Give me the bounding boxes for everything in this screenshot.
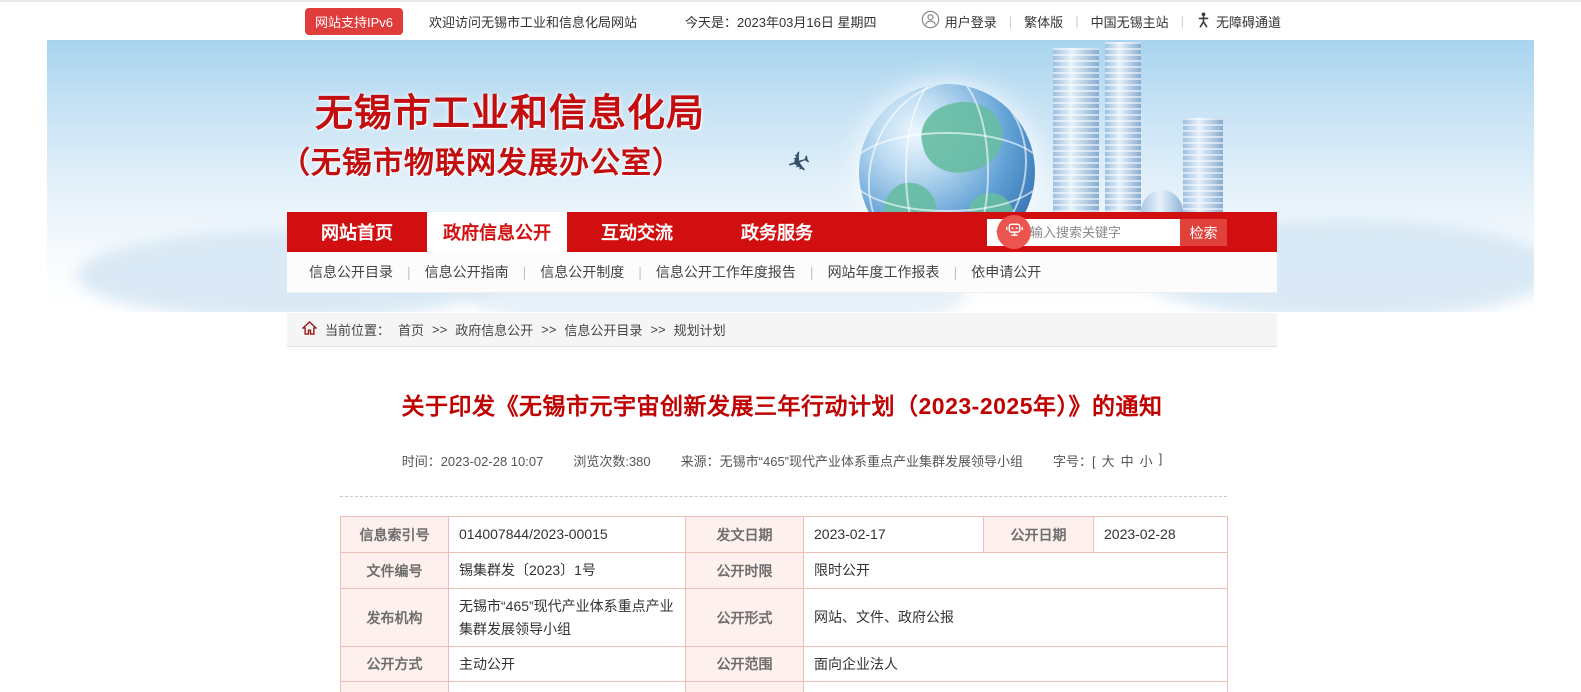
public-form-label: 公开形式 xyxy=(686,589,804,647)
current-date: 今天是：2023年03月16日 星期四 xyxy=(685,12,876,31)
accessibility-link[interactable]: 无障碍通道 xyxy=(1196,12,1281,31)
public-form-value: 网站、文件、政府公报 xyxy=(804,589,1228,647)
welcome-text: 欢迎访问无锡市工业和信息化局网站 xyxy=(429,12,637,31)
traditional-chinese-link[interactable]: 繁体版 xyxy=(1024,12,1063,31)
breadcrumb-home[interactable]: 首页 xyxy=(398,320,424,339)
table-row: 公开方式 主动公开 公开范围 面向企业法人 xyxy=(341,647,1228,682)
site-title: 无锡市工业和信息化局 xyxy=(315,82,705,137)
public-method-label: 公开方式 xyxy=(341,647,449,682)
site-subtitle: （无锡市物联网发展办公室） xyxy=(280,138,683,182)
meta-views: 浏览次数:380 xyxy=(573,451,650,470)
nav-tab-home[interactable]: 网站首页 xyxy=(287,212,427,252)
public-date-value: 2023-02-28 xyxy=(1094,517,1228,553)
wuxi-main-site-link[interactable]: 中国无锡主站 xyxy=(1091,12,1169,31)
table-row: 文件编号 锡集群发〔2023〕1号 公开时限 限时公开 xyxy=(341,553,1228,589)
font-size-prefix: 字号：[ xyxy=(1053,451,1096,470)
article-meta: 时间：2023-02-28 10:07 浏览次数:380 来源：无锡市“465”… xyxy=(287,451,1277,470)
home-icon xyxy=(302,321,317,338)
font-size-control: 字号：[ 大 中 小 ] xyxy=(1053,451,1162,470)
subnav-item-directory[interactable]: 信息公开目录 xyxy=(309,262,407,282)
public-procedure-label: 公开程序 xyxy=(686,682,804,692)
article-content: 关于印发《无锡市元宇宙创新发展三年行动计划（2023-2025年）》的通知 时间… xyxy=(287,387,1277,692)
document-info-table: 信息索引号 014007844/2023-00015 发文日期 2023-02-… xyxy=(340,516,1228,692)
meta-time: 时间：2023-02-28 10:07 xyxy=(402,451,544,470)
font-size-suffix: ] xyxy=(1159,451,1163,470)
subnav-item-annual-report[interactable]: 信息公开工作年度报告 xyxy=(642,262,810,282)
public-time-limit-value: 限时公开 xyxy=(804,553,1228,589)
breadcrumb-planning[interactable]: 规划计划 xyxy=(674,320,726,339)
robot-icon xyxy=(1004,219,1025,245)
nav-tab-services[interactable]: 政务服务 xyxy=(707,212,847,252)
public-method-value: 主动公开 xyxy=(449,647,686,682)
public-time-limit-label: 公开时限 xyxy=(686,553,804,589)
breadcrumb-separator: >> xyxy=(432,322,447,337)
search-button[interactable]: 检索 xyxy=(1180,219,1227,246)
breadcrumb-gov-info[interactable]: 政府信息公开 xyxy=(455,320,533,339)
validity-value: 长期 xyxy=(449,682,686,692)
subnav-item-guide[interactable]: 信息公开指南 xyxy=(411,262,523,282)
validity-label: 有效期 xyxy=(341,682,449,692)
table-row: 有效期 长期 公开程序 部门编制，经办公室审核后公开 xyxy=(341,682,1228,692)
table-row: 发布机构 无锡市“465”现代产业体系重点产业集群发展领导小组 公开形式 网站、… xyxy=(341,589,1228,647)
info-index-value: 014007844/2023-00015 xyxy=(449,517,686,553)
meta-source: 来源：无锡市“465”现代产业体系重点产业集群发展领导小组 xyxy=(681,451,1023,470)
breadcrumb-label: 当前位置： xyxy=(325,320,390,339)
info-index-label: 信息索引号 xyxy=(341,517,449,553)
accessibility-icon xyxy=(1196,12,1211,31)
breadcrumb: 当前位置： 首页 >> 政府信息公开 >> 信息公开目录 >> 规划计划 xyxy=(287,313,1277,347)
breadcrumb-directory[interactable]: 信息公开目录 xyxy=(564,320,642,339)
publisher-value: 无锡市“465”现代产业体系重点产业集群发展领导小组 xyxy=(449,589,686,647)
breadcrumb-separator: >> xyxy=(650,322,665,337)
public-scope-label: 公开范围 xyxy=(686,647,804,682)
nav-tab-interaction[interactable]: 互动交流 xyxy=(567,212,707,252)
subnav-item-apply[interactable]: 依申请公开 xyxy=(957,262,1055,282)
chat-robot-button[interactable] xyxy=(997,215,1031,249)
font-size-large-button[interactable]: 大 xyxy=(1102,451,1115,470)
issue-date-value: 2023-02-17 xyxy=(804,517,984,553)
public-procedure-value: 部门编制，经办公室审核后公开 xyxy=(804,682,1228,692)
separator: | xyxy=(1075,14,1078,29)
font-size-small-button[interactable]: 小 xyxy=(1140,451,1153,470)
top-utility-bar: 网站支持IPv6 欢迎访问无锡市工业和信息化局网站 今天是：2023年03月16… xyxy=(0,0,1581,40)
main-nav: 网站首页 政府信息公开 互动交流 政务服务 检索 xyxy=(287,212,1277,252)
subnav-item-site-report[interactable]: 网站年度工作报表 xyxy=(814,262,954,282)
site-banner: ✈ 无锡市工业和信息化局 （无锡市物联网发展办公室） 网站首页 政府信息公开 互… xyxy=(47,40,1534,312)
doc-number-value: 锡集群发〔2023〕1号 xyxy=(449,553,686,589)
table-row: 信息索引号 014007844/2023-00015 发文日期 2023-02-… xyxy=(341,517,1228,553)
public-scope-value: 面向企业法人 xyxy=(804,647,1228,682)
user-icon xyxy=(921,10,940,32)
public-date-label: 公开日期 xyxy=(984,517,1094,553)
dashed-divider xyxy=(340,496,1227,497)
separator: | xyxy=(1181,14,1184,29)
article-title: 关于印发《无锡市元宇宙创新发展三年行动计划（2023-2025年）》的通知 xyxy=(287,387,1277,421)
font-size-medium-button[interactable]: 中 xyxy=(1121,451,1134,470)
separator: | xyxy=(1009,14,1012,29)
doc-number-label: 文件编号 xyxy=(341,553,449,589)
breadcrumb-separator: >> xyxy=(541,322,556,337)
subnav-item-system[interactable]: 信息公开制度 xyxy=(526,262,638,282)
nav-tab-gov-info[interactable]: 政府信息公开 xyxy=(427,212,567,252)
publisher-label: 发布机构 xyxy=(341,589,449,647)
sub-nav: 信息公开目录 | 信息公开指南 | 信息公开制度 | 信息公开工作年度报告 | … xyxy=(287,252,1277,293)
user-login-link[interactable]: 用户登录 xyxy=(921,10,997,32)
ipv6-badge: 网站支持IPv6 xyxy=(305,8,403,35)
issue-date-label: 发文日期 xyxy=(686,517,804,553)
skyline-illustration xyxy=(47,40,1534,212)
